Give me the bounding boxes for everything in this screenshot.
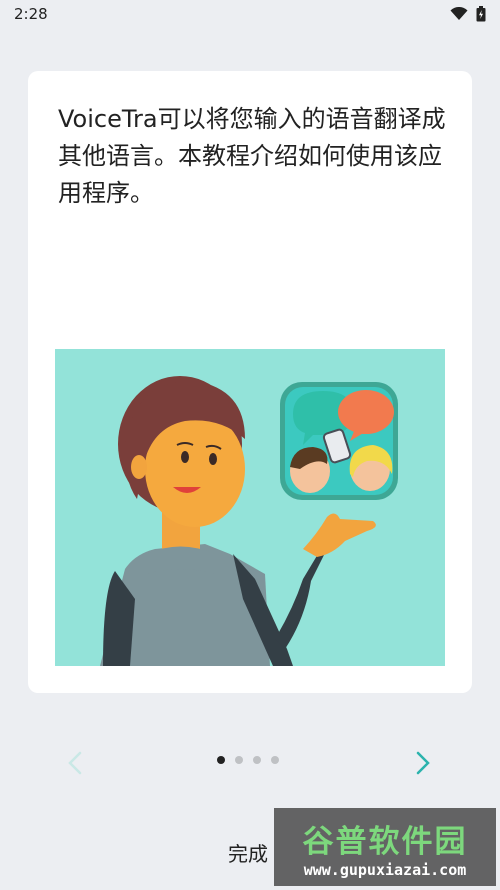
chevron-left-icon (68, 751, 82, 775)
status-time: 2:28 (14, 4, 48, 23)
page-dot (217, 756, 225, 764)
intro-text: VoiceTra可以将您输入的语音翻译成其他语言。本教程介绍如何使用该应用程序。 (58, 105, 446, 207)
voicetra-app-icon (280, 382, 398, 500)
page-indicator (217, 756, 279, 764)
wifi-icon (450, 6, 468, 20)
page-dot (253, 756, 261, 764)
watermark: 谷普软件园 www.gupuxiazai.com (274, 808, 496, 886)
battery-icon (476, 5, 486, 21)
tutorial-illustration (55, 349, 445, 666)
status-bar: 2:28 (0, 0, 500, 27)
status-icons (450, 5, 486, 22)
next-button[interactable] (410, 746, 436, 780)
page-dot (235, 756, 243, 764)
chevron-right-icon (416, 751, 430, 775)
previous-button[interactable] (62, 746, 88, 780)
done-button[interactable]: 完成 (228, 838, 268, 867)
watermark-title: 谷普软件园 (302, 823, 468, 860)
tutorial-card: VoiceTra可以将您输入的语音翻译成其他语言。本教程介绍如何使用该应用程序。 (28, 71, 472, 693)
woman-hand (303, 513, 376, 557)
watermark-url: www.gupuxiazai.com (303, 860, 467, 879)
page-dot (271, 756, 279, 764)
